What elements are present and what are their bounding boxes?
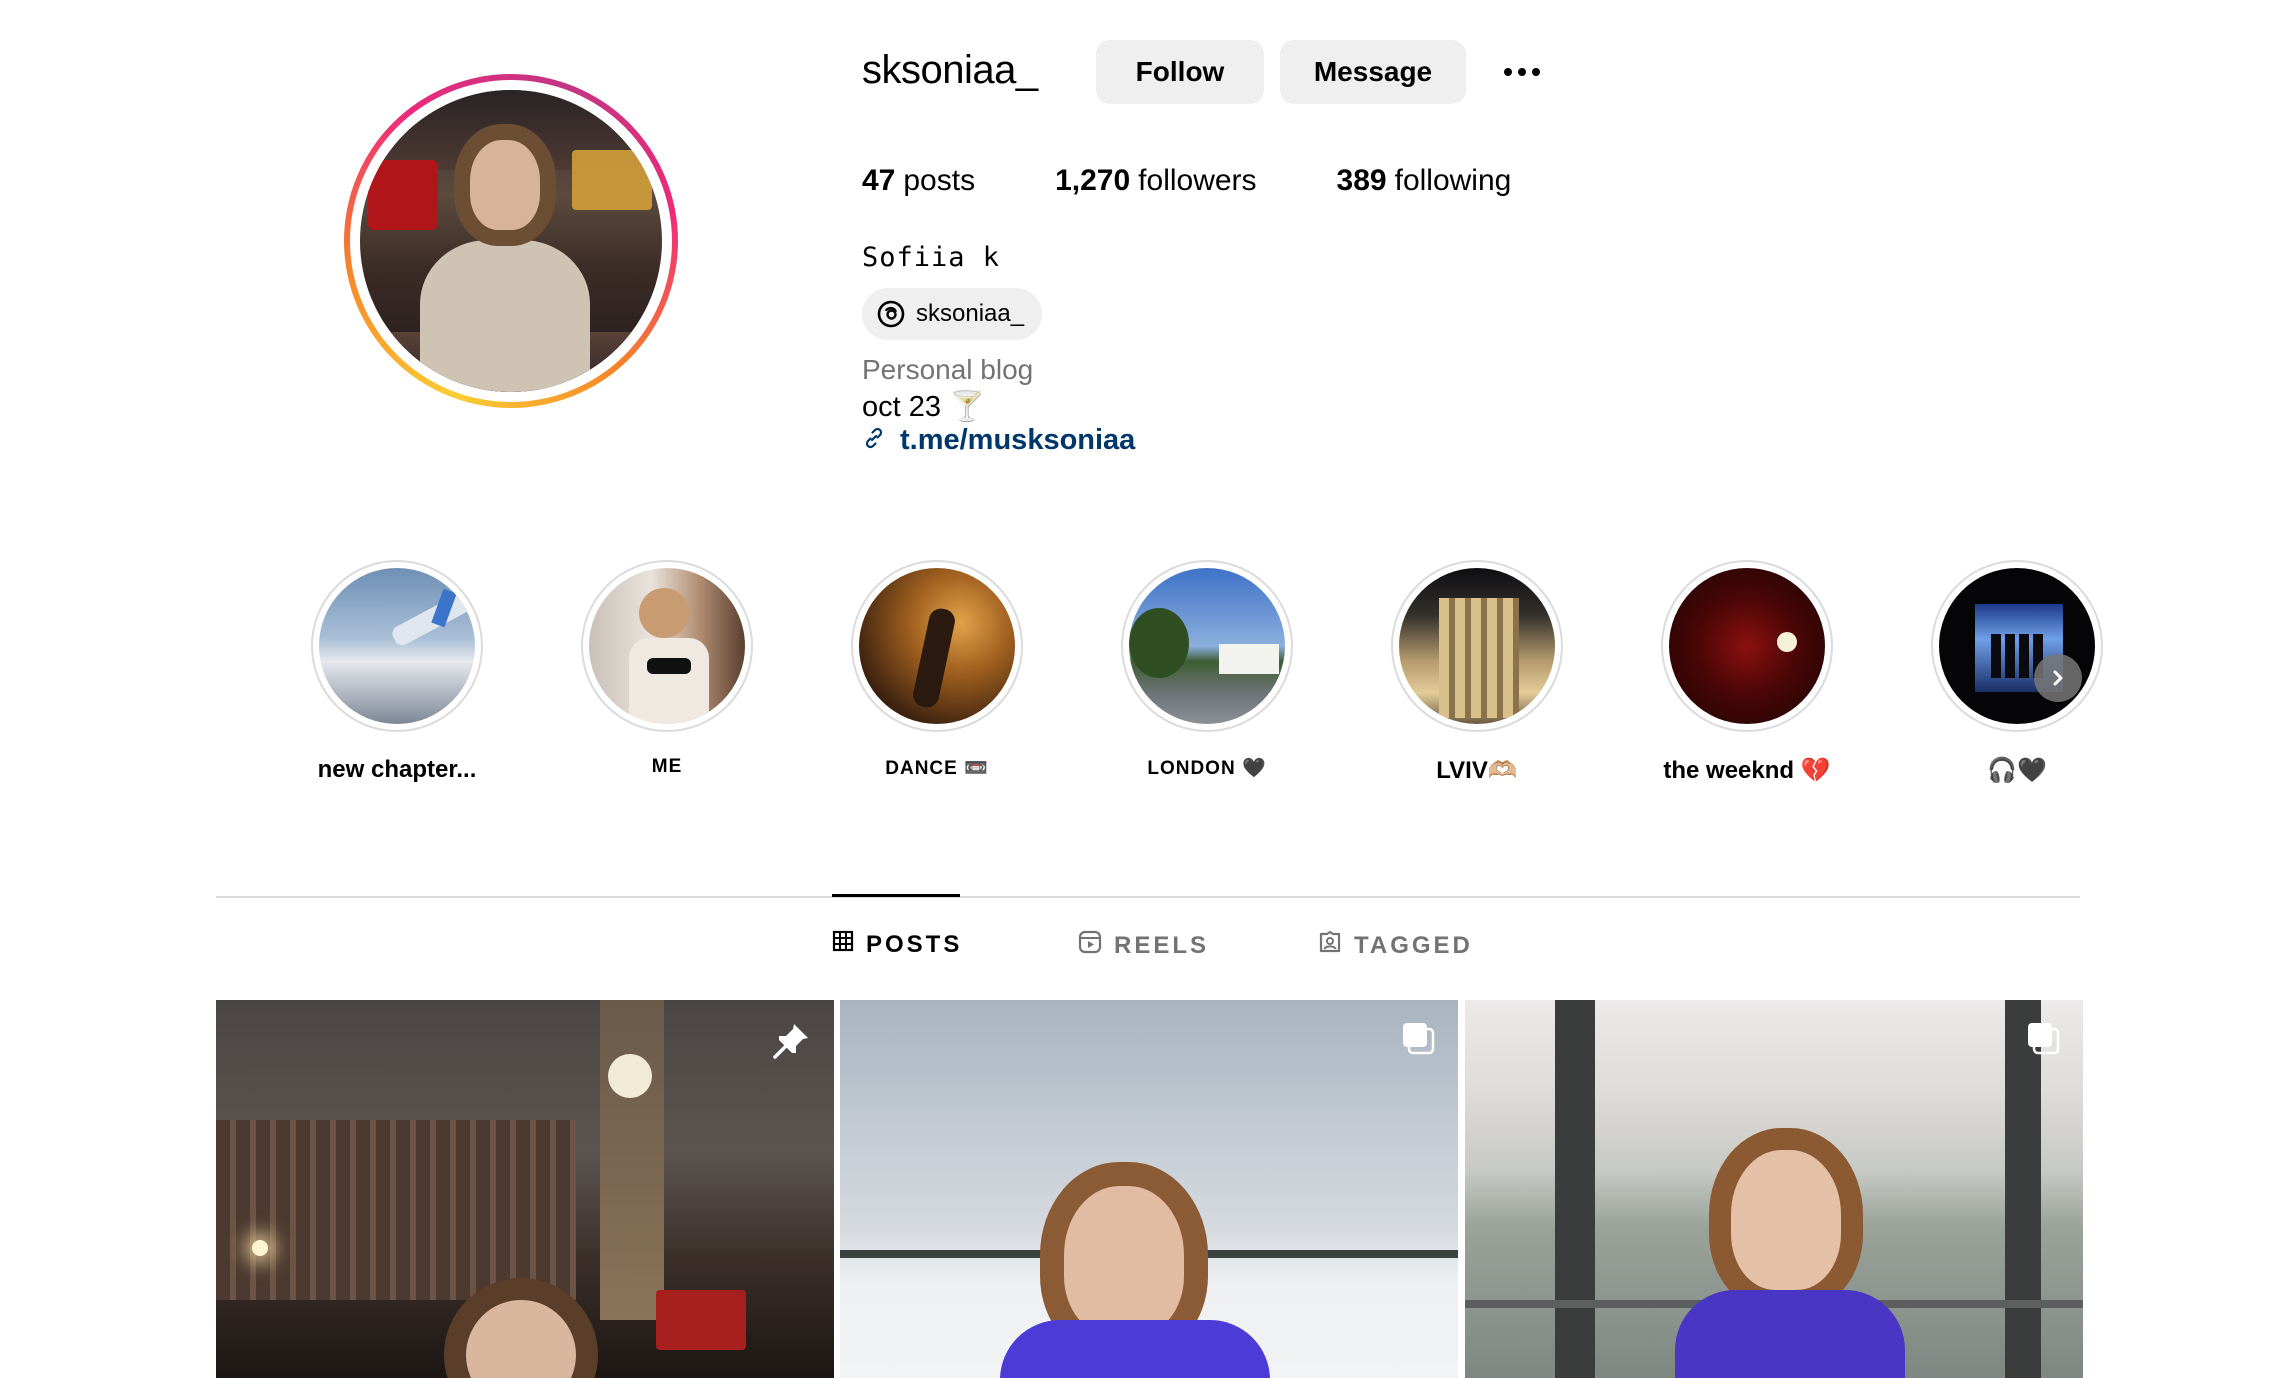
profile-bio: oct 23 🍸 bbox=[862, 391, 986, 423]
highlight-label: ME bbox=[651, 756, 683, 777]
profile-full-name: Sofiia k bbox=[862, 242, 1001, 273]
highlight-cover bbox=[1399, 568, 1555, 724]
more-options-icon[interactable] bbox=[1494, 52, 1550, 92]
reels-icon bbox=[1078, 930, 1102, 961]
post-image bbox=[840, 1000, 1458, 1378]
post-tile[interactable] bbox=[1465, 1000, 2083, 1378]
highlight-label: LVIV🫶🏼 bbox=[1436, 757, 1518, 784]
profile-avatar[interactable] bbox=[344, 74, 678, 408]
carousel-icon bbox=[1400, 1020, 1436, 1061]
highlight-new-chapter[interactable]: new chapter... bbox=[307, 560, 487, 784]
tab-reels-label: REELS bbox=[1114, 931, 1210, 959]
threads-handle: sksoniaa_ bbox=[916, 300, 1025, 327]
highlight-label: new chapter... bbox=[317, 756, 477, 783]
following-count[interactable]: 389 following bbox=[1337, 164, 1512, 198]
highlight-label: the weeknd 💔 bbox=[1663, 757, 1831, 784]
post-tile[interactable] bbox=[216, 1000, 834, 1378]
tab-reels[interactable]: REELS bbox=[1078, 930, 1209, 961]
highlight-london[interactable]: LONDON 🖤 bbox=[1117, 560, 1297, 780]
following-count-label: following bbox=[1394, 164, 1512, 197]
followers-count[interactable]: 1,270 followers bbox=[1055, 164, 1256, 198]
profile-stats: 47 posts 1,270 followers 389 following bbox=[862, 164, 1591, 198]
grid-icon bbox=[832, 930, 854, 959]
highlight-dance[interactable]: DANCE 📼 bbox=[847, 560, 1027, 780]
tagged-icon bbox=[1318, 930, 1342, 961]
highlight-the-weeknd[interactable]: the weeknd 💔 bbox=[1657, 560, 1837, 785]
profile-category: Personal blog bbox=[862, 354, 1034, 385]
posts-count-value: 47 bbox=[862, 164, 896, 197]
follow-button[interactable]: Follow bbox=[1096, 40, 1264, 104]
highlight-cover bbox=[1669, 568, 1825, 724]
highlight-label: LONDON 🖤 bbox=[1147, 758, 1267, 779]
highlights-next-arrow-icon[interactable] bbox=[2034, 654, 2082, 702]
profile-username: sksoniaa_ bbox=[862, 48, 1038, 92]
tab-posts-label: POSTS bbox=[866, 930, 963, 958]
tabs-divider bbox=[216, 896, 2080, 898]
carousel-icon bbox=[2025, 1020, 2061, 1061]
tab-posts[interactable]: POSTS bbox=[832, 930, 962, 959]
active-tab-indicator bbox=[832, 894, 960, 897]
highlight-lviv[interactable]: LVIV🫶🏼 bbox=[1387, 560, 1567, 785]
highlight-cover bbox=[1939, 568, 2095, 724]
profile-link[interactable]: t.me/musksoniaa bbox=[862, 424, 1135, 457]
avatar-photo bbox=[360, 90, 662, 392]
followers-count-value: 1,270 bbox=[1055, 164, 1131, 197]
highlight-cover bbox=[859, 568, 1015, 724]
highlight-me[interactable]: ME bbox=[577, 560, 757, 778]
threads-link-chip[interactable]: sksoniaa_ bbox=[862, 288, 1043, 340]
link-icon bbox=[862, 426, 886, 455]
highlight-cover bbox=[319, 568, 475, 724]
profile-link-text: t.me/musksoniaa bbox=[900, 424, 1136, 456]
post-tile[interactable] bbox=[840, 1000, 1458, 1378]
tab-tagged-label: TAGGED bbox=[1354, 931, 1473, 959]
post-image bbox=[1465, 1000, 2083, 1378]
highlight-label: DANCE 📼 bbox=[885, 758, 989, 779]
posts-count-label: posts bbox=[903, 164, 976, 197]
message-button[interactable]: Message bbox=[1280, 40, 1466, 104]
following-count-value: 389 bbox=[1336, 164, 1387, 197]
threads-icon bbox=[876, 299, 906, 329]
highlight-cover bbox=[1129, 568, 1285, 724]
highlight-label: 🎧🖤 bbox=[1987, 757, 2047, 784]
followers-count-label: followers bbox=[1138, 164, 1257, 197]
pin-icon bbox=[770, 1020, 812, 1067]
tab-tagged[interactable]: TAGGED bbox=[1318, 930, 1473, 961]
post-image bbox=[216, 1000, 834, 1378]
posts-count: 47 posts bbox=[862, 164, 975, 198]
profile-page: sksoniaa_ Follow Message 47 posts 1,270 … bbox=[0, 0, 2296, 1378]
highlight-cover bbox=[589, 568, 745, 724]
